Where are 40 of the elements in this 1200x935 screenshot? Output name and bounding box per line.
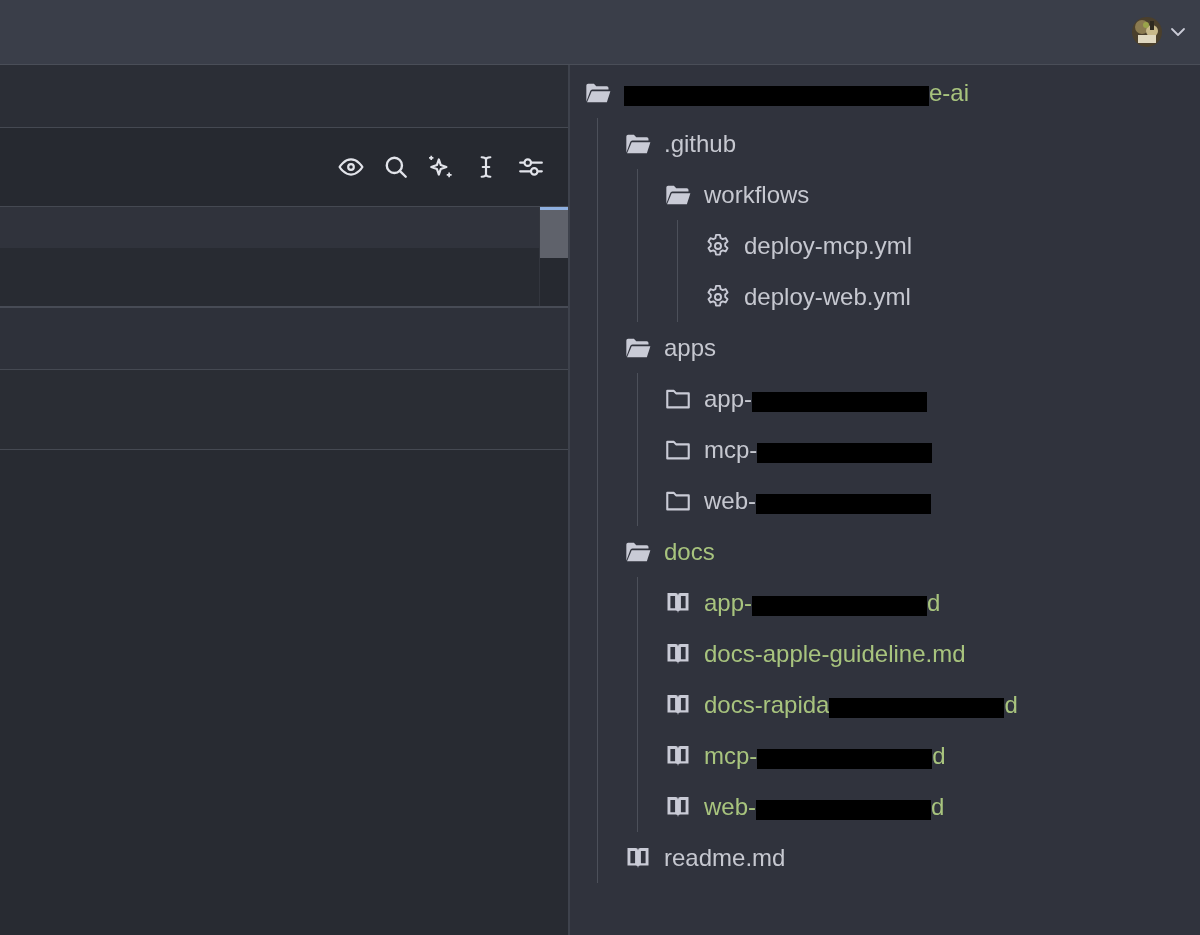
file-name: app- bbox=[704, 384, 753, 413]
tree-item[interactable]: readme.md bbox=[624, 832, 1200, 883]
sparkles-icon[interactable] bbox=[428, 154, 454, 180]
file-name: d bbox=[932, 741, 946, 770]
tree-item[interactable]: mcp- d bbox=[664, 730, 1200, 781]
tree-item[interactable]: deploy-web.yml bbox=[704, 271, 1200, 322]
file-name: docs-apple-guideline.md bbox=[704, 639, 966, 668]
file-name: web- bbox=[704, 792, 757, 821]
tree-item[interactable]: web- bbox=[664, 475, 1200, 526]
file-name: .github bbox=[664, 129, 737, 158]
tree-item[interactable]: apps bbox=[624, 322, 1200, 373]
file-name: docs-rapida bbox=[704, 690, 830, 719]
scrollbar[interactable] bbox=[539, 207, 568, 306]
file-name: e-ai bbox=[929, 78, 970, 107]
file-name: mcp- bbox=[704, 435, 758, 464]
tree-item[interactable]: docs-rapida d bbox=[664, 679, 1200, 730]
tree-item[interactable]: app- d bbox=[664, 577, 1200, 628]
file-name: web- bbox=[704, 486, 757, 515]
file-name: mcp- bbox=[704, 741, 758, 770]
tree-item[interactable]: docs-apple-guideline.md bbox=[664, 628, 1200, 679]
file-name: app- bbox=[704, 588, 753, 617]
tree-item[interactable]: deploy-mcp.yml bbox=[704, 220, 1200, 271]
file-name: d bbox=[1004, 690, 1018, 719]
scrollbar-thumb[interactable] bbox=[540, 207, 568, 258]
file-name: deploy-web.yml bbox=[744, 282, 911, 311]
file-name: d bbox=[931, 792, 945, 821]
tree-item[interactable]: e-ai bbox=[584, 67, 1200, 118]
tree-item[interactable]: .github bbox=[624, 118, 1200, 169]
file-name: docs bbox=[664, 537, 715, 566]
search-icon[interactable] bbox=[383, 154, 409, 180]
tree-item[interactable]: docs bbox=[624, 526, 1200, 577]
tree-item[interactable]: web- d bbox=[664, 781, 1200, 832]
file-name: apps bbox=[664, 333, 717, 362]
tree-item[interactable]: mcp- bbox=[664, 424, 1200, 475]
file-name: deploy-mcp.yml bbox=[744, 231, 913, 260]
file-name: d bbox=[927, 588, 941, 617]
tree-item[interactable]: workflows bbox=[664, 169, 1200, 220]
tree-item[interactable]: app- bbox=[664, 373, 1200, 424]
file-name: workflows bbox=[704, 180, 810, 209]
file-name: readme.md bbox=[664, 843, 786, 872]
